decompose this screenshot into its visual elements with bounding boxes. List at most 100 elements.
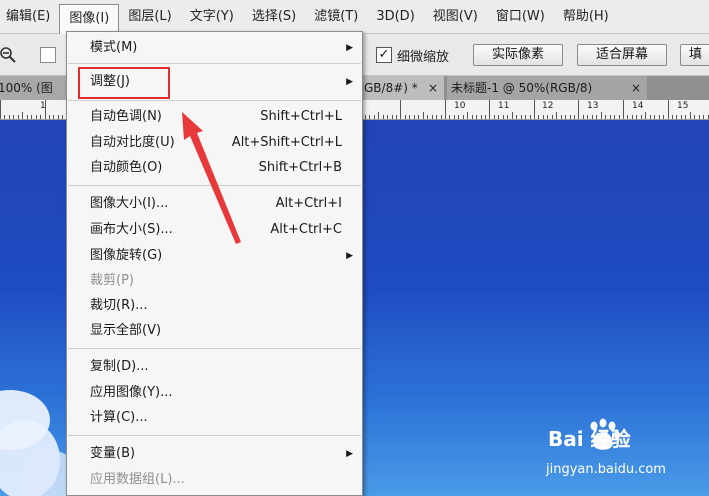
ruler-tick xyxy=(685,115,686,119)
ruler-tick xyxy=(534,100,535,119)
ruler-tick xyxy=(40,115,41,119)
ruler-tick xyxy=(49,115,50,119)
ruler-tick xyxy=(578,100,579,119)
ruler-tick xyxy=(596,115,597,119)
menu-item-label: 复制(D)... xyxy=(90,359,149,374)
ruler-tick xyxy=(570,115,571,119)
ruler-tick xyxy=(561,115,562,119)
menu-layer[interactable]: 图层(L) xyxy=(119,4,180,30)
menu-item-duplicate[interactable]: 复制(D)... xyxy=(67,355,362,379)
fill-screen-button[interactable]: 填 xyxy=(680,44,709,66)
ruler-tick xyxy=(654,115,655,119)
ruler-tick xyxy=(423,112,424,119)
ruler-tick xyxy=(441,115,442,119)
menu-item-label: 自动色调(N) xyxy=(90,109,162,124)
ruler-tick xyxy=(498,115,499,119)
ruler-tick xyxy=(387,115,388,119)
ruler-tick xyxy=(650,115,651,119)
ruler-tick xyxy=(503,115,504,119)
ruler-tick xyxy=(645,112,646,119)
actual-pixels-button[interactable]: 实际像素 xyxy=(473,44,563,66)
highlight-box xyxy=(78,67,170,99)
ruler-label: 11 xyxy=(498,101,510,111)
menu-item-label: 变量(B) xyxy=(90,446,136,461)
menu-filter[interactable]: 滤镜(T) xyxy=(305,4,367,30)
ruler-tick xyxy=(378,112,379,119)
ruler-tick xyxy=(530,115,531,119)
menu-view[interactable]: 视图(V) xyxy=(424,4,487,30)
tab-untitled-1-label: 未标题-1 @ 50%(RGB/8) xyxy=(451,81,593,95)
menu-item-label: 应用数据组(L)... xyxy=(90,472,185,487)
menu-item-variables[interactable]: 变量(B) ▶ xyxy=(67,442,362,466)
menu-item-auto-tone[interactable]: 自动色调(N) Shift+Ctrl+L xyxy=(67,105,362,129)
menu-item-image-rotation[interactable]: 图像旋转(G) ▶ xyxy=(67,244,362,268)
ruler-tick xyxy=(0,100,1,119)
ruler-tick xyxy=(694,115,695,119)
menu-item-calculations[interactable]: 计算(C)... xyxy=(67,406,362,430)
ruler-tick xyxy=(641,115,642,119)
ruler-label: 15 xyxy=(677,101,689,111)
ruler-tick xyxy=(636,115,637,119)
ruler-tick xyxy=(659,115,660,119)
ruler-tick xyxy=(623,100,624,119)
ruler-tick xyxy=(543,115,544,119)
menu-select[interactable]: 选择(S) xyxy=(243,4,305,30)
shortcut-text: Alt+Ctrl+I xyxy=(275,196,342,211)
ruler-tick xyxy=(369,115,370,119)
ruler-tick xyxy=(476,115,477,119)
ruler-tick xyxy=(27,115,28,119)
menu-type[interactable]: 文字(Y) xyxy=(181,4,243,30)
ruler-tick xyxy=(565,115,566,119)
tab-document-1[interactable]: 100% (图 xyxy=(0,76,74,100)
menu-3d[interactable]: 3D(D) xyxy=(367,4,423,30)
ruler-tick xyxy=(418,115,419,119)
menu-item-crop: 裁剪(P) xyxy=(67,269,362,293)
ruler-tick xyxy=(681,115,682,119)
menu-separator xyxy=(68,63,361,64)
menu-item-canvas-size[interactable]: 画布大小(S)... Alt+Ctrl+C xyxy=(67,218,362,242)
ruler-tick xyxy=(405,115,406,119)
ruler-tick xyxy=(676,115,677,119)
zoom-out-icon[interactable] xyxy=(0,46,18,64)
ruler-tick xyxy=(400,100,401,119)
ruler-tick xyxy=(627,115,628,119)
ruler-label: 12 xyxy=(542,101,554,111)
ruler-tick xyxy=(449,115,450,119)
ruler-tick xyxy=(574,115,575,119)
ruler-tick xyxy=(525,115,526,119)
menu-image[interactable]: 图像(I) xyxy=(59,3,120,34)
scrubby-zoom-checkbox[interactable]: ✓ xyxy=(376,47,392,63)
menu-item-apply-image[interactable]: 应用图像(Y)... xyxy=(67,381,362,405)
ruler-tick xyxy=(601,112,602,119)
ruler-tick xyxy=(427,115,428,119)
ruler-tick xyxy=(619,115,620,119)
menu-item-auto-color[interactable]: 自动颜色(O) Shift+Ctrl+B xyxy=(67,156,362,180)
ruler-tick xyxy=(392,115,393,119)
menu-item-auto-contrast[interactable]: 自动对比度(U) Alt+Shift+Ctrl+L xyxy=(67,131,362,155)
menu-edit[interactable]: 编辑(E) xyxy=(0,4,59,30)
close-icon[interactable]: × xyxy=(631,76,641,100)
menu-window[interactable]: 窗口(W) xyxy=(487,4,554,30)
menu-item-mode[interactable]: 模式(M) ▶ xyxy=(67,36,362,60)
tab-untitled-1[interactable]: 未标题-1 @ 50%(RGB/8) × xyxy=(447,76,647,100)
ruler-tick xyxy=(454,115,455,119)
ruler-tick xyxy=(699,115,700,119)
resize-windows-checkbox[interactable] xyxy=(40,47,56,63)
ruler-tick xyxy=(512,112,513,119)
ruler-tick xyxy=(521,115,522,119)
close-icon[interactable]: × xyxy=(428,76,438,100)
ruler-tick xyxy=(458,115,459,119)
tab-document-2[interactable]: GB/8#) * × xyxy=(360,76,444,100)
fit-screen-button[interactable]: 适合屏幕 xyxy=(577,44,667,66)
menu-help[interactable]: 帮助(H) xyxy=(554,4,618,30)
ruler-tick xyxy=(445,100,446,119)
scrubby-zoom-label: 细微缩放 xyxy=(397,50,450,65)
ruler-tick xyxy=(365,115,366,119)
ruler-tick xyxy=(668,100,669,119)
ruler-tick xyxy=(552,115,553,119)
menu-item-image-size[interactable]: 图像大小(I)... Alt+Ctrl+I xyxy=(67,192,362,216)
menu-item-reveal-all[interactable]: 显示全部(V) xyxy=(67,319,362,343)
ruler-label: 13 xyxy=(587,101,599,111)
ruler-tick xyxy=(663,115,664,119)
menu-item-trim[interactable]: 裁切(R)... xyxy=(67,294,362,318)
